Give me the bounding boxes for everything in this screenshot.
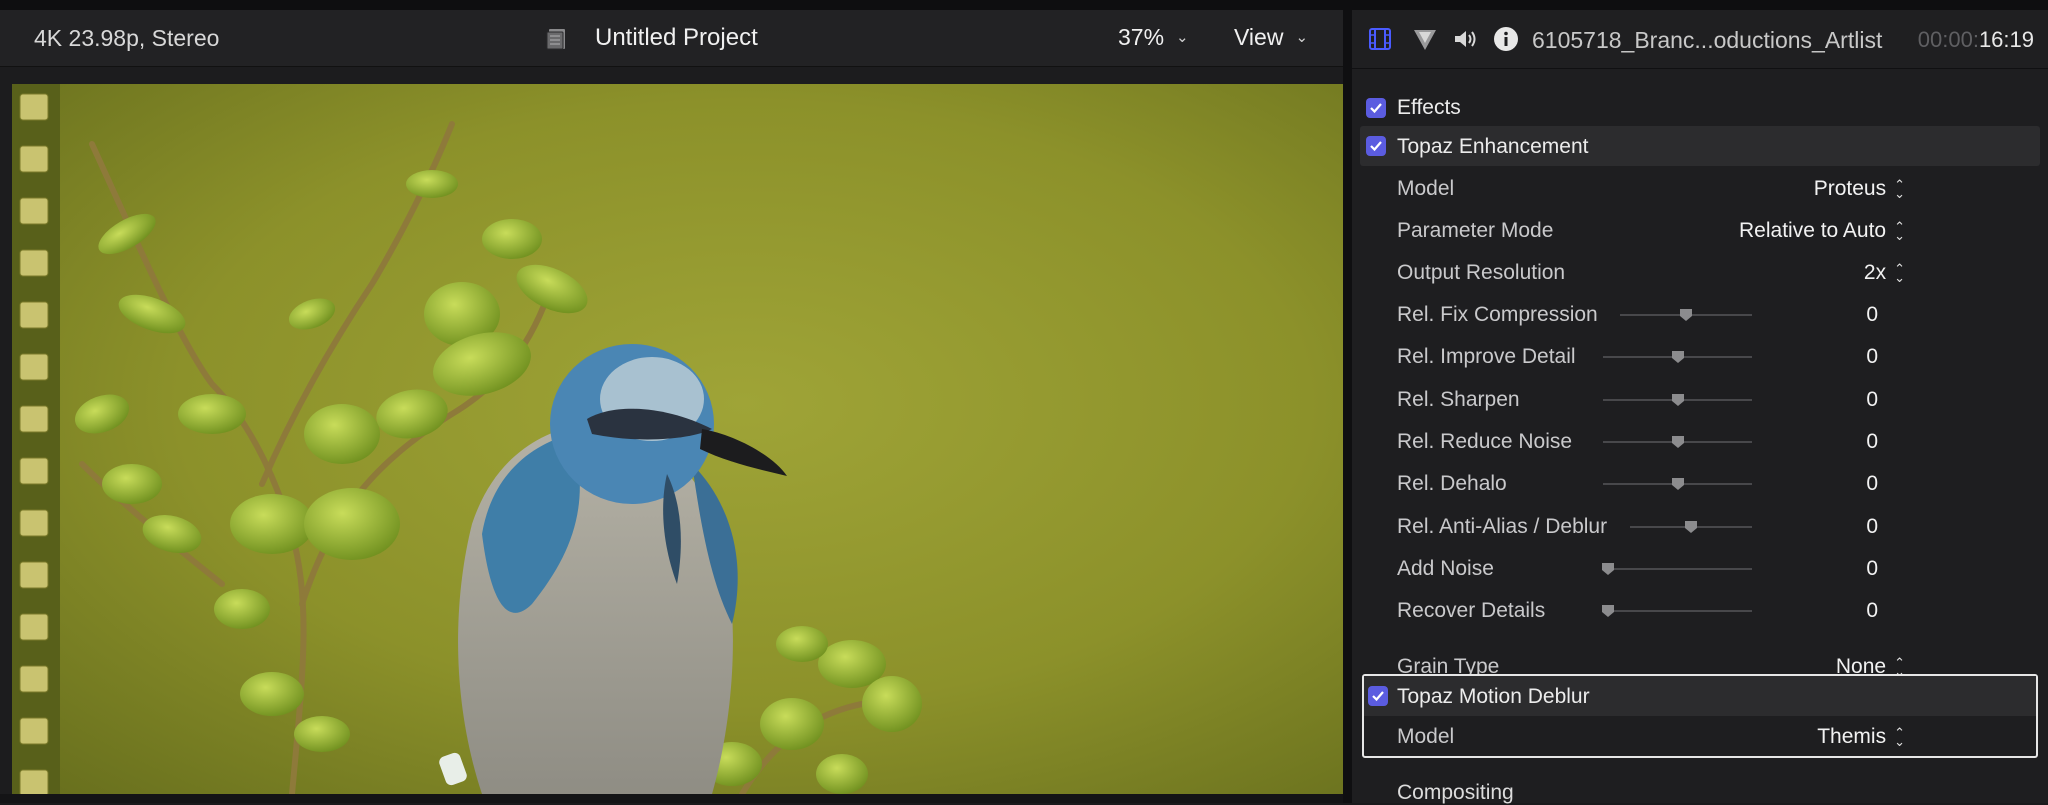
slider-knob[interactable] xyxy=(1671,477,1685,491)
slider-row: Rel. Fix Compression 0 xyxy=(1352,294,2048,334)
project-title[interactable]: Untitled Project xyxy=(595,24,758,52)
slider-label: Rel. Sharpen xyxy=(1397,387,1520,411)
topaz-motion-deblur-title: Topaz Motion Deblur xyxy=(1397,685,1590,708)
slider-knob[interactable] xyxy=(1601,604,1615,618)
topaz-enhancement-header[interactable]: Topaz Enhancement xyxy=(1360,126,2040,166)
parameter-mode-popup[interactable]: Relative to Auto ⌃ ⌄ xyxy=(1739,219,1905,243)
slider-row: Rel. Anti-Alias / Deblur 0 xyxy=(1352,506,2048,546)
up-down-chevron-icon: ⌃ ⌄ xyxy=(1894,219,1905,244)
chevron-down-icon: ⌄ xyxy=(1295,29,1309,46)
topaz-enhancement-checkbox[interactable] xyxy=(1366,136,1386,156)
output-resolution-value: 2x xyxy=(1863,261,1887,284)
slider-row: Recover Details 0 xyxy=(1352,590,2048,630)
slider-knob[interactable] xyxy=(1601,562,1615,576)
panel-divider[interactable] xyxy=(1343,10,1352,803)
audio-inspector-icon[interactable] xyxy=(1451,25,1479,53)
slider-label: Recover Details xyxy=(1397,599,1546,623)
format-label: 4K 23.98p, Stereo xyxy=(34,25,220,51)
view-label: View xyxy=(1234,24,1284,50)
project-icon xyxy=(546,29,565,50)
slider-value[interactable]: 0 xyxy=(1866,345,1878,369)
slider-knob[interactable] xyxy=(1671,435,1685,449)
slider-value[interactable]: 0 xyxy=(1866,388,1878,412)
parameter-mode-label: Parameter Mode xyxy=(1397,219,1554,242)
view-menu[interactable]: View ⌄ xyxy=(1234,24,1308,51)
slider-label: Rel. Dehalo xyxy=(1397,472,1507,496)
viewer-bottom-bar xyxy=(0,794,1343,803)
slider-row: Add Noise 0 xyxy=(1352,548,2048,588)
slider-row: Rel. Sharpen 0 xyxy=(1352,379,2048,419)
slider-row: Rel. Improve Detail 0 xyxy=(1352,336,2048,376)
inspector-header: 6105718_Branc...oductions_Artlist 00:00:… xyxy=(1352,10,2048,69)
slider-label: Rel. Reduce Noise xyxy=(1397,429,1573,453)
clip-name: 6105718_Branc...oductions_Artlist xyxy=(1532,27,1883,53)
output-resolution-popup[interactable]: 2x ⌃ ⌄ xyxy=(1864,261,1905,285)
slider-value[interactable]: 0 xyxy=(1866,472,1878,496)
timecode-dim: 00:00: xyxy=(1917,27,1979,52)
deblur-model-row: Model Themis ⌃ ⌄ xyxy=(1364,716,2036,756)
slider-knob[interactable] xyxy=(1684,520,1698,534)
viewer: 4K 23.98p, Stereo Untitled Project 37% ⌄ … xyxy=(0,10,1343,803)
up-down-chevron-icon: ⌃ ⌄ xyxy=(1894,177,1905,202)
model-value: Proteus xyxy=(1813,177,1887,200)
slider-knob[interactable] xyxy=(1671,393,1685,407)
parameter-mode-row: Parameter Mode Relative to Auto ⌃ ⌄ xyxy=(1352,210,2048,250)
viewer-header: 4K 23.98p, Stereo Untitled Project 37% ⌄ … xyxy=(0,10,1343,67)
output-resolution-row: Output Resolution 2x ⌃ ⌄ xyxy=(1352,252,2048,292)
output-resolution-label: Output Resolution xyxy=(1397,261,1566,284)
slider-label: Rel. Improve Detail xyxy=(1397,345,1576,369)
slider-value[interactable]: 0 xyxy=(1866,557,1878,581)
color-inspector-icon[interactable] xyxy=(1411,25,1439,53)
info-inspector-icon[interactable] xyxy=(1492,25,1520,53)
bird-video-frame-image xyxy=(12,84,1343,794)
model-row: Model Proteus ⌃ ⌄ xyxy=(1352,168,2048,208)
zoom-menu[interactable]: 37% ⌄ xyxy=(1118,24,1189,51)
effects-checkbox[interactable] xyxy=(1366,98,1386,118)
slider-value[interactable]: 0 xyxy=(1866,515,1878,539)
deblur-model-label: Model xyxy=(1397,725,1455,748)
effects-label: Effects xyxy=(1397,96,1461,119)
zoom-value: 37% xyxy=(1118,24,1165,50)
slider-value[interactable]: 0 xyxy=(1866,430,1878,454)
model-popup[interactable]: Proteus ⌃ ⌄ xyxy=(1814,177,1905,201)
deblur-model-value: Themis xyxy=(1817,725,1887,748)
compositing-section-label[interactable]: Compositing xyxy=(1397,781,1514,805)
slider-label: Add Noise xyxy=(1397,556,1494,580)
video-inspector-icon[interactable] xyxy=(1366,25,1394,53)
deblur-model-popup[interactable]: Themis ⌃ ⌄ xyxy=(1817,725,1905,749)
up-down-chevron-icon: ⌃ ⌄ xyxy=(1894,261,1905,286)
timecode-value: 16:19 xyxy=(1978,27,2034,52)
topaz-motion-deblur-checkbox[interactable] xyxy=(1368,686,1388,706)
inspector: 6105718_Branc...oductions_Artlist 00:00:… xyxy=(1352,10,2048,805)
slider-track[interactable] xyxy=(1608,610,1752,613)
up-down-chevron-icon: ⌃ ⌄ xyxy=(1894,725,1905,750)
chevron-down-icon: ⌄ xyxy=(1176,29,1189,46)
parameter-mode-value: Relative to Auto xyxy=(1739,219,1887,242)
slider-label: Rel. Fix Compression xyxy=(1397,303,1598,326)
slider-row: Rel. Dehalo 0 xyxy=(1352,463,2048,503)
video-frame[interactable] xyxy=(12,84,1343,794)
slider-knob[interactable] xyxy=(1679,308,1693,322)
topaz-enhancement-title: Topaz Enhancement xyxy=(1397,135,1589,158)
topaz-motion-deblur-header[interactable]: Topaz Motion Deblur xyxy=(1364,676,2036,716)
model-label: Model xyxy=(1397,177,1455,200)
timecode-display: 00:00:16:19 xyxy=(1918,27,2034,53)
slider-label: Rel. Anti-Alias / Deblur xyxy=(1397,514,1608,538)
slider-row: Rel. Reduce Noise 0 xyxy=(1352,421,2048,461)
effects-section-header[interactable]: Effects xyxy=(1352,88,2048,128)
topaz-motion-deblur-panel[interactable]: Topaz Motion Deblur Model Themis ⌃ ⌄ xyxy=(1362,674,2038,758)
slider-value[interactable]: 0 xyxy=(1866,303,1878,327)
slider-value[interactable]: 0 xyxy=(1866,599,1878,623)
slider-knob[interactable] xyxy=(1671,350,1685,364)
slider-track[interactable] xyxy=(1608,567,1752,570)
